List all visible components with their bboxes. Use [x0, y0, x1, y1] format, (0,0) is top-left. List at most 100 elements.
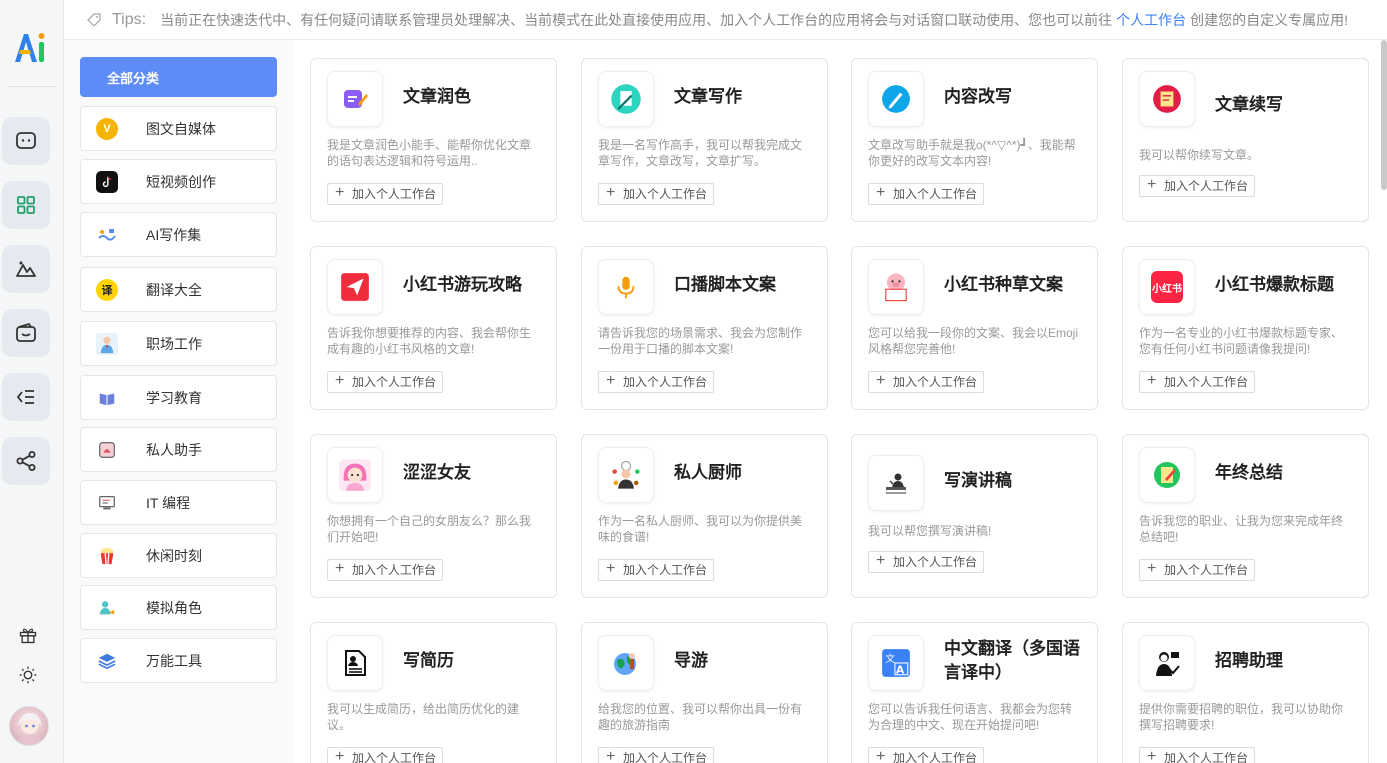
list-nav-button[interactable] — [2, 373, 50, 421]
category-item[interactable]: IT 编程 — [80, 480, 277, 525]
add-to-workspace-button[interactable]: 加入个人工作台 — [327, 559, 444, 581]
add-to-workspace-button[interactable]: 加入个人工作台 — [327, 183, 444, 205]
v-badge-icon: V — [96, 117, 118, 140]
card-desc: 告诉我你想要推荐的内容、我会帮你生成有趣的小红书风格的文章! — [327, 326, 532, 356]
pig-icon — [868, 259, 924, 315]
rail-divider — [8, 86, 56, 87]
category-item[interactable]: 学习教育 — [80, 375, 277, 420]
theme-toggle[interactable] — [17, 664, 39, 686]
add-to-workspace-button[interactable]: 加入个人工作台 — [598, 183, 715, 205]
app-card[interactable]: 文章写作 我是一名写作高手，我可以帮我完成文章写作，文章改写，文章扩写。 加入个… — [581, 58, 828, 222]
app-card[interactable]: 文章润色 我是文章润色小能手、能帮你优化文章的语句表达逻辑和符号运用.. 加入个… — [310, 58, 557, 222]
add-to-workspace-button[interactable]: 加入个人工作台 — [598, 747, 715, 763]
assistant-icon — [96, 439, 118, 461]
workspace-link[interactable]: 个人工作台 — [1116, 10, 1186, 30]
card-title: 中文翻译（多国语言译中） — [944, 639, 1080, 682]
app-card[interactable]: 小红书 小红书爆款标题 作为一名专业的小红书爆款标题专家、您有任何小红书问题请像… — [1122, 246, 1369, 410]
app-card[interactable]: 涩涩女友 你想拥有一个自己的女朋友么？那么我们开始吧! 加入个人工作台 — [310, 434, 557, 598]
writing-robot-icon — [96, 224, 118, 246]
page-scrollbar[interactable] — [1381, 40, 1387, 190]
pen-icon — [868, 71, 924, 127]
paper-plane-icon — [327, 259, 383, 315]
gift-button[interactable] — [17, 624, 39, 646]
add-to-workspace-button[interactable]: 加入个人工作台 — [327, 371, 444, 393]
app-card[interactable]: 私人厨师 作为一名私人厨师、我可以为你提供美味的食谱! 加入个人工作台 — [581, 434, 828, 598]
microphone-icon — [598, 259, 654, 315]
app-card[interactable]: 导游 给我您的位置、我可以帮你出具一份有趣的旅游指南 加入个人工作台 — [581, 622, 828, 763]
category-item[interactable]: 译 翻译大全 — [80, 267, 277, 312]
share-icon — [16, 451, 36, 471]
add-to-workspace-button[interactable]: 加入个人工作台 — [868, 551, 985, 573]
chef-icon — [598, 447, 654, 503]
recruit-icon — [1139, 635, 1195, 691]
card-title: 导游 — [674, 651, 708, 670]
add-to-workspace-button[interactable]: 加入个人工作台 — [1139, 559, 1256, 581]
app-card[interactable]: 小红书种草文案 您可以给我一段你的文案、我会以Emoji风格帮您完善他! 加入个… — [851, 246, 1098, 410]
translate-icon: 译 — [96, 278, 118, 301]
card-desc: 您可以告诉我任何语言、我都会为您转为合理的中文、现在开始提问吧! — [868, 702, 1073, 732]
card-desc: 文章改写助手就是我o(*^▽^*)┛、我能帮你更好的改写文本内容! — [868, 138, 1076, 168]
category-label: IT 编程 — [146, 494, 191, 511]
app-card[interactable]: 小红书游玩攻略 告诉我你想要推荐的内容、我会帮你生成有趣的小红书风格的文章! 加… — [310, 246, 557, 410]
add-to-workspace-button[interactable]: 加入个人工作台 — [327, 747, 444, 763]
category-item[interactable]: 万能工具 — [80, 638, 277, 683]
book-icon — [96, 387, 118, 409]
image-nav-button[interactable] — [2, 245, 50, 293]
office-worker-icon — [96, 332, 118, 355]
gift-icon — [19, 628, 37, 644]
category-label: 图文自媒体 — [146, 120, 216, 137]
add-to-workspace-button[interactable]: 加入个人工作台 — [1139, 371, 1256, 393]
app-card[interactable]: 招聘助理 提供你需要招聘的职位，我可以协助你撰写招聘要求! 加入个人工作台 — [1122, 622, 1369, 763]
popcorn-icon — [96, 545, 118, 567]
sun-icon — [19, 666, 37, 684]
category-item[interactable]: 私人助手 — [80, 427, 277, 472]
card-title: 年终总结 — [1215, 463, 1283, 482]
category-label: AI写作集 — [146, 226, 202, 243]
card-desc: 我可以帮你续写文章。 — [1139, 148, 1260, 162]
category-item[interactable]: 休闲时刻 — [80, 533, 277, 578]
category-all[interactable]: 全部分类 — [80, 57, 277, 97]
category-label: 模拟角色 — [146, 599, 202, 616]
card-desc: 我是文章润色小能手、能帮你优化文章的语句表达逻辑和符号运用.. — [327, 138, 532, 168]
card-title: 文章润色 — [403, 87, 471, 106]
chat-nav-button[interactable] — [2, 117, 50, 165]
resume-icon — [327, 635, 383, 691]
category-item[interactable]: AI写作集 — [80, 212, 277, 257]
add-to-workspace-button[interactable]: 加入个人工作台 — [868, 371, 985, 393]
category-item[interactable]: V 图文自媒体 — [80, 106, 277, 151]
add-to-workspace-button[interactable]: 加入个人工作台 — [868, 183, 985, 205]
app-card[interactable]: 写简历 我可以生成简历，给出简历优化的建议。 加入个人工作台 — [310, 622, 557, 763]
app-card[interactable]: 写演讲稿 我可以帮您撰写演讲稿! 加入个人工作台 — [851, 434, 1098, 598]
app-card[interactable]: 文A 中文翻译（多国语言译中） 您可以告诉我任何语言、我都会为您转为合理的中文、… — [851, 622, 1098, 763]
wallet-nav-button[interactable] — [2, 309, 50, 357]
category-item[interactable]: 短视频创作 — [80, 159, 277, 204]
category-item[interactable]: 模拟角色 — [80, 585, 277, 630]
app-card[interactable]: 文章续写 我可以帮你续写文章。 加入个人工作台 — [1122, 58, 1369, 222]
app-logo[interactable] — [12, 28, 48, 68]
chat-icon — [16, 132, 36, 149]
card-title: 招聘助理 — [1215, 651, 1283, 670]
xiaohongshu-icon: 小红书 — [1139, 259, 1195, 315]
share-nav-button[interactable] — [2, 437, 50, 485]
user-avatar[interactable] — [9, 706, 49, 746]
add-to-workspace-button[interactable]: 加入个人工作台 — [1139, 747, 1256, 763]
translate-card-icon: 文A — [868, 635, 924, 691]
category-item[interactable]: 职场工作 — [80, 321, 277, 366]
card-title: 文章写作 — [674, 87, 742, 106]
card-desc: 请告诉我您的场景需求、我会为您制作一份用于口播的脚本文案! — [598, 326, 803, 356]
apps-nav-button[interactable] — [2, 181, 50, 229]
add-to-workspace-button[interactable]: 加入个人工作台 — [1139, 175, 1256, 197]
add-to-workspace-button[interactable]: 加入个人工作台 — [598, 559, 715, 581]
app-card[interactable]: 口播脚本文案 请告诉我您的场景需求、我会为您制作一份用于口播的脚本文案! 加入个… — [581, 246, 828, 410]
girlfriend-icon — [327, 447, 383, 503]
card-title: 私人厨师 — [674, 463, 742, 482]
app-card[interactable]: 年终总结 告诉我您的职业、让我为您来完成年终总结吧! 加入个人工作台 — [1122, 434, 1369, 598]
app-card[interactable]: 内容改写 文章改写助手就是我o(*^▽^*)┛、我能帮你更好的改写文本内容! 加… — [851, 58, 1098, 222]
add-to-workspace-button[interactable]: 加入个人工作台 — [868, 747, 985, 763]
category-label: 私人助手 — [146, 441, 202, 458]
card-title: 写简历 — [403, 651, 454, 670]
add-to-workspace-button[interactable]: 加入个人工作台 — [598, 371, 715, 393]
card-title: 小红书爆款标题 — [1215, 275, 1334, 294]
summary-icon — [1139, 447, 1195, 503]
continue-icon — [1139, 71, 1195, 127]
